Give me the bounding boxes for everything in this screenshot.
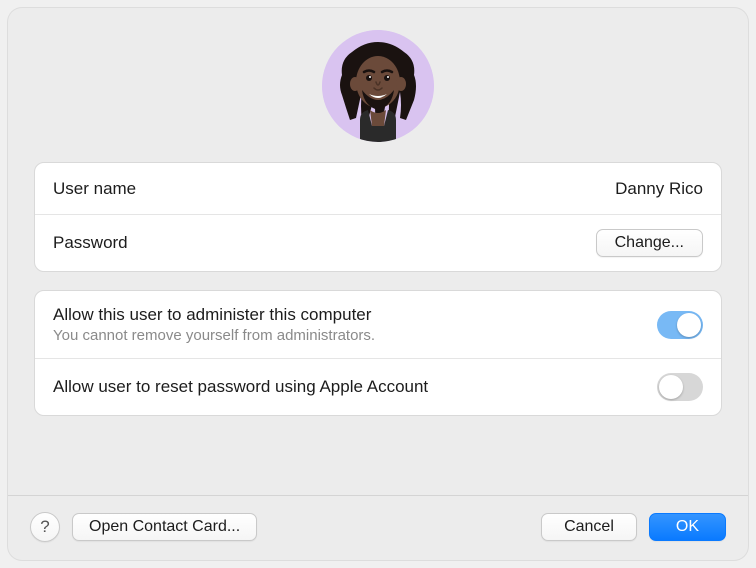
reset-password-label: Allow user to reset password using Apple… xyxy=(53,377,428,397)
avatar-image xyxy=(322,30,434,142)
toggle-knob xyxy=(659,375,683,399)
admin-permission-sublabel: You cannot remove yourself from administ… xyxy=(53,327,375,344)
password-row: Password Change... xyxy=(35,215,721,271)
reset-password-toggle[interactable] xyxy=(657,373,703,401)
username-label: User name xyxy=(53,179,136,199)
help-icon: ? xyxy=(40,517,49,537)
username-value: Danny Rico xyxy=(615,179,703,199)
admin-toggle[interactable] xyxy=(657,311,703,339)
open-contact-card-button[interactable]: Open Contact Card... xyxy=(72,513,257,541)
password-label: Password xyxy=(53,233,128,253)
dialog-footer: ? Open Contact Card... Cancel OK xyxy=(8,495,748,560)
user-account-dialog: User name Danny Rico Password Change... … xyxy=(8,8,748,560)
admin-permission-label: Allow this user to administer this compu… xyxy=(53,305,375,325)
user-info-group: User name Danny Rico Password Change... xyxy=(34,162,722,272)
username-row: User name Danny Rico xyxy=(35,163,721,215)
avatar[interactable] xyxy=(322,30,434,142)
permissions-group: Allow this user to administer this compu… xyxy=(34,290,722,416)
toggle-knob xyxy=(677,313,701,337)
reset-password-row: Allow user to reset password using Apple… xyxy=(35,359,721,415)
dialog-content: User name Danny Rico Password Change... … xyxy=(8,8,748,495)
change-password-button[interactable]: Change... xyxy=(596,229,703,257)
ok-button[interactable]: OK xyxy=(649,513,726,541)
help-button[interactable]: ? xyxy=(30,512,60,542)
cancel-button[interactable]: Cancel xyxy=(541,513,637,541)
admin-permission-row: Allow this user to administer this compu… xyxy=(35,291,721,359)
admin-permission-text: Allow this user to administer this compu… xyxy=(53,305,375,344)
